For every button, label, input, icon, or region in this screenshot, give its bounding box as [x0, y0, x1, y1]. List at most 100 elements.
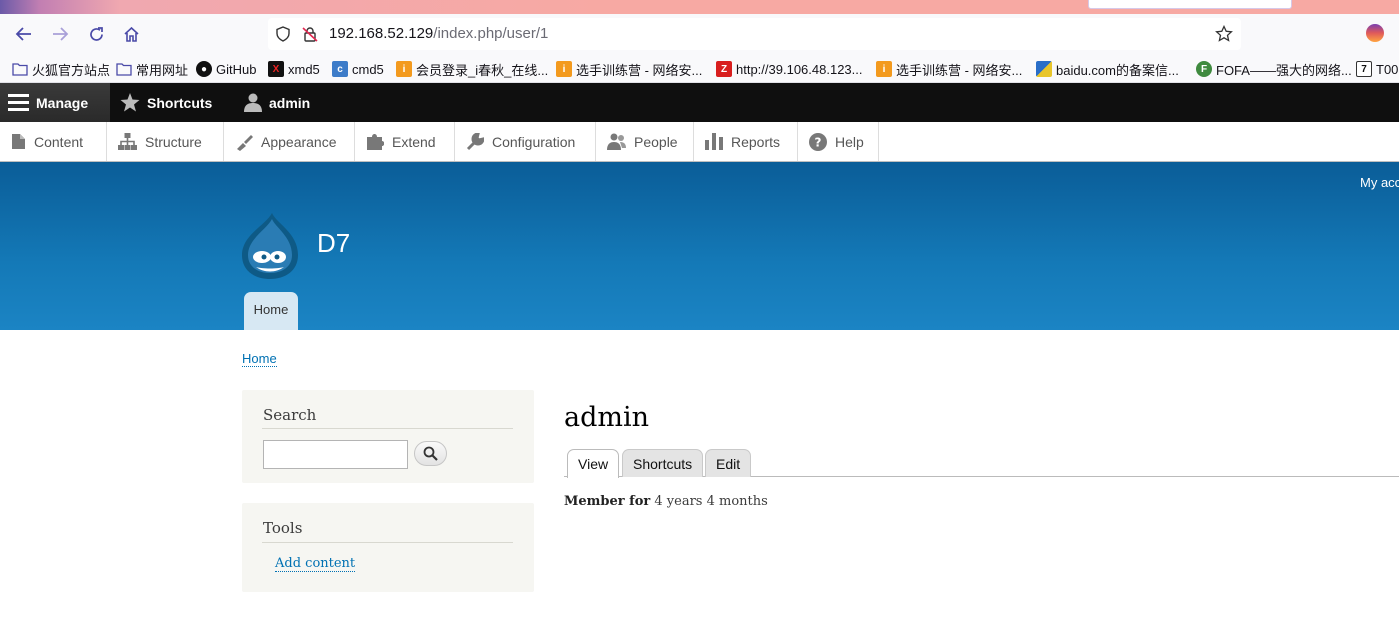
forward-arrow-icon[interactable] [48, 23, 72, 45]
fofa-icon: F [1196, 61, 1212, 77]
tray-item-content[interactable]: Content [0, 122, 107, 161]
tray-label: Structure [145, 133, 202, 150]
ichunqiu-icon: i [396, 61, 412, 77]
t00-icon: 7 [1356, 61, 1372, 77]
tray-label: Help [835, 133, 864, 150]
structure-icon [118, 133, 137, 150]
main-menu-home-tab[interactable]: Home [244, 292, 298, 330]
search-icon [423, 446, 438, 461]
my-account-link[interactable]: My acc [1360, 175, 1399, 190]
tools-block: Tools Add content [242, 503, 534, 592]
bookmark-label: T00 [1376, 61, 1399, 77]
tools-block-title: Tools [263, 519, 303, 537]
bookmark-item[interactable]: i 会员登录_i春秋_在线... [396, 60, 548, 78]
tray-label: Content [34, 133, 84, 150]
help-icon: ? [809, 132, 827, 151]
bookmark-label: baidu.com的备案信... [1056, 62, 1179, 78]
admin-tray: Content Structure Appearance Extend Conf… [0, 122, 1399, 162]
tray-label: Configuration [492, 133, 576, 150]
site-header: My acc D7 Home [0, 162, 1399, 330]
breadcrumb[interactable]: Home [242, 351, 277, 367]
bookmark-label: 火狐官方站点 [32, 62, 111, 78]
folder-icon [12, 61, 28, 77]
toolbar-shortcuts-label: Shortcuts [147, 94, 213, 111]
ichunqiu-icon: i [556, 61, 572, 77]
search-block-title: Search [263, 406, 317, 424]
tray-label: Reports [731, 133, 781, 150]
tray-item-extend[interactable]: Extend [355, 122, 455, 161]
url-bar[interactable]: 192.168.52.129/index.php/user/1 [268, 18, 1241, 50]
bookmark-label: 会员登录_i春秋_在线... [416, 62, 549, 78]
tray-label: Appearance [261, 133, 337, 150]
site-name[interactable]: D7 [317, 228, 350, 259]
search-button[interactable] [414, 441, 447, 466]
tray-item-people[interactable]: People [596, 122, 694, 161]
toolbar-manage-label: Manage [36, 94, 89, 111]
folder-icon [116, 61, 132, 77]
menu-icon [8, 94, 29, 111]
bookmark-label: 常用网址 [136, 62, 189, 78]
puzzle-icon [367, 134, 384, 150]
home-icon[interactable] [119, 23, 143, 45]
cmd5-icon: c [332, 61, 348, 77]
profile-avatar-icon[interactable] [1366, 24, 1384, 42]
url-text[interactable]: 192.168.52.129/index.php/user/1 [329, 25, 548, 42]
browser-navbar: 192.168.52.129/index.php/user/1 [0, 14, 1399, 54]
bookmark-star-icon[interactable] [1215, 24, 1233, 48]
bookmark-label: xmd5 [288, 61, 320, 77]
tab-view[interactable]: View [567, 449, 620, 478]
insecure-lock-icon[interactable] [302, 26, 318, 47]
add-content-link[interactable]: Add content [275, 556, 356, 572]
tab-shortcuts[interactable]: Shortcuts [622, 449, 704, 477]
divider [262, 542, 513, 543]
search-input[interactable] [263, 440, 408, 469]
reload-icon[interactable] [84, 23, 108, 45]
toolbar-user-label: admin [269, 94, 311, 111]
github-icon: ● [196, 61, 212, 77]
tab-edit[interactable]: Edit [705, 449, 752, 477]
bookmark-item[interactable]: i 选手训练营 - 网络安... [876, 60, 1022, 78]
tray-item-help[interactable]: ? Help [798, 122, 879, 161]
user-icon [244, 93, 262, 112]
star-icon [120, 93, 140, 112]
bookmark-label: http://39.106.48.123... [736, 61, 863, 77]
back-arrow-icon[interactable] [12, 23, 36, 45]
tray-label: People [634, 133, 678, 150]
bookmark-item[interactable]: 常用网址 [116, 60, 188, 78]
bookmark-item[interactable]: 7 T00 [1356, 60, 1398, 78]
z-icon: Z [716, 61, 732, 77]
tray-item-configuration[interactable]: Configuration [455, 122, 596, 161]
document-icon [12, 134, 25, 149]
bookmark-item[interactable]: Z http://39.106.48.123... [716, 60, 863, 78]
popup-edge [1088, 0, 1292, 9]
url-host: 192.168.52.129 [329, 25, 434, 42]
url-path: /index.php/user/1 [433, 25, 549, 42]
tray-item-structure[interactable]: Structure [107, 122, 224, 161]
tray-item-appearance[interactable]: Appearance [224, 122, 355, 161]
toolbar-manage[interactable]: Manage [0, 83, 110, 122]
paintbrush-icon [237, 134, 253, 151]
svg-text:?: ? [815, 135, 822, 149]
bookmark-label: 选手训练营 - 网络安... [896, 62, 1023, 78]
bookmark-item[interactable]: X xmd5 [268, 60, 320, 78]
bookmark-item[interactable]: baidu.com的备案信... [1036, 60, 1179, 78]
page-title: admin [564, 402, 650, 433]
member-for-value: 4 years 4 months [654, 494, 768, 509]
ichunqiu-icon: i [876, 61, 892, 77]
search-block: Search [242, 390, 534, 483]
bookmark-item[interactable]: i 选手训练营 - 网络安... [556, 60, 702, 78]
toolbar-user[interactable]: admin [236, 83, 320, 122]
toolbar-shortcuts[interactable]: Shortcuts [112, 83, 222, 122]
bookmark-item[interactable]: ● GitHub [196, 60, 256, 78]
bar-chart-icon [705, 133, 723, 150]
tray-item-reports[interactable]: Reports [694, 122, 798, 161]
people-icon [607, 133, 626, 150]
bookmark-label: 选手训练营 - 网络安... [576, 62, 703, 78]
bookmark-item[interactable]: 火狐官方站点 [12, 60, 110, 78]
drupal-logo-icon[interactable] [240, 211, 300, 281]
member-for-label: Member for [564, 494, 651, 509]
bookmark-item[interactable]: F FOFA——强大的网络... [1196, 60, 1352, 78]
baidu-icon [1036, 61, 1052, 77]
shield-icon[interactable] [275, 26, 291, 47]
bookmark-item[interactable]: c cmd5 [332, 60, 384, 78]
